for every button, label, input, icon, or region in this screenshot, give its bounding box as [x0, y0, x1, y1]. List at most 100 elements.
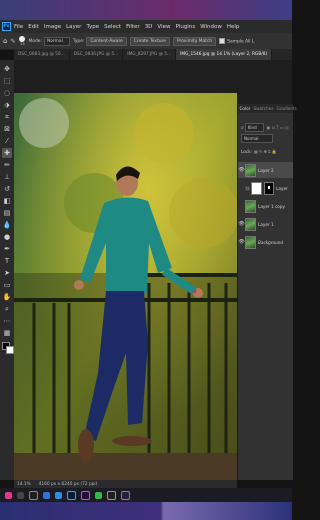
mask-dot	[268, 185, 271, 189]
history-brush-tool-icon[interactable]: ↺	[2, 184, 12, 194]
blend-mode-row: Normal	[241, 134, 276, 143]
menu-bar: Ps File Edit Image Layer Type Select Fil…	[0, 20, 292, 33]
create-texture-button[interactable]: Create Texture	[129, 36, 170, 46]
panel-tabs: Color Swatches Gradients	[238, 104, 297, 113]
proximity-match-button[interactable]: Proximity Match	[172, 36, 217, 46]
menu-select[interactable]: Select	[104, 24, 121, 30]
type-tool-icon[interactable]: T	[2, 256, 12, 266]
visibility-eye-icon[interactable]: 👁	[238, 221, 245, 227]
layer-thumbnail	[245, 163, 256, 177]
app-icon[interactable]	[121, 490, 130, 500]
tab-dsc-0836[interactable]: DSC_0836.JPG @ 5...	[70, 49, 124, 60]
zoom-tool-icon[interactable]: ⌕	[2, 304, 12, 314]
app-icon[interactable]	[43, 491, 50, 499]
sample-all-label: Sample All L	[227, 39, 255, 45]
crop-tool-icon[interactable]: ⌗	[2, 112, 12, 122]
tab-gradients[interactable]: Gradients	[275, 106, 298, 111]
app-icon[interactable]	[17, 491, 24, 499]
layer-name: Background	[258, 239, 284, 245]
tab-dsc-0683[interactable]: DSC_0683.jpg @ 50...	[14, 49, 70, 60]
tab-color[interactable]: Color	[238, 106, 252, 111]
hand-tool-icon[interactable]: ✋	[2, 292, 12, 302]
app-icon[interactable]	[29, 490, 38, 500]
visibility-eye-icon[interactable]: 👁	[238, 167, 245, 173]
layer-row-background[interactable]: 👁 Background	[238, 234, 293, 250]
tab-img-1546[interactable]: IMG_1546.jpg @ 14.1% (Layer 2, RGB/8)	[176, 49, 273, 60]
blend-mode-select[interactable]: Normal	[241, 134, 274, 143]
menu-edit[interactable]: Edit	[28, 24, 39, 30]
brush-tool-icon[interactable]: ✏	[2, 160, 12, 170]
layer-mask-thumbnail	[264, 181, 275, 195]
layer-name: Layer 1 copy	[258, 203, 286, 209]
menu-image[interactable]: Image	[44, 24, 61, 30]
layer-name: Layer 1	[258, 221, 274, 227]
menu-type[interactable]: Type	[86, 24, 99, 30]
sample-all-checkbox[interactable]: Sample All L	[219, 37, 255, 45]
dodge-tool-icon[interactable]: ●	[2, 232, 12, 242]
mode-select[interactable]: Normal	[43, 36, 70, 46]
background-color-swatch[interactable]	[6, 346, 14, 354]
filter-icons[interactable]: ▣ ⊘ T ▭ ◎	[267, 125, 289, 130]
lock-icons[interactable]: ▦ ✎ ✥ ⌗ 🔒	[254, 149, 277, 154]
tab-label: DSC_0836.JPG @ 5...	[73, 52, 119, 57]
layer-row-layer-1-copy[interactable]: Layer 1 copy	[238, 198, 293, 214]
eraser-tool-icon[interactable]: ◧	[2, 196, 12, 206]
marquee-tool-icon[interactable]: ⬚	[2, 76, 12, 86]
menu-plugins[interactable]: Plugins	[175, 24, 195, 30]
lock-row: Lock: ▦ ✎ ✥ ⌗ 🔒	[241, 149, 277, 154]
tab-label: IMG_1546.jpg @ 14.1% (Layer 2, RGB/8)	[180, 52, 268, 57]
content-aware-button[interactable]: Content-Aware	[86, 36, 127, 46]
edit-toolbar-icon[interactable]: ▦	[2, 328, 12, 338]
gradient-tool-icon[interactable]: ▤	[2, 208, 12, 218]
clone-stamp-tool-icon[interactable]: ⊥	[2, 172, 12, 182]
layer-row-layer-1[interactable]: 👁 Layer 1	[238, 216, 293, 232]
app-icon[interactable]	[81, 490, 90, 500]
menu-filter[interactable]: Filter	[126, 24, 140, 30]
menu-3d[interactable]: 3D	[145, 24, 153, 30]
layer-name: Layer	[276, 185, 288, 191]
menu-help[interactable]: Help	[227, 24, 240, 30]
app-icon[interactable]	[5, 491, 12, 499]
menu-view[interactable]: View	[157, 24, 170, 30]
layer-row-layer-2[interactable]: 👁 Layer 2	[238, 162, 293, 178]
checkbox-icon	[219, 37, 226, 44]
photoshop-taskbar-icon[interactable]	[67, 490, 76, 500]
lock-label: Lock:	[241, 149, 252, 154]
more-tools-icon[interactable]: ⋯	[2, 316, 12, 326]
os-taskbar	[0, 488, 292, 502]
lasso-tool-icon[interactable]: ◌	[2, 88, 12, 98]
layer-row-layer[interactable]: ⛓ Layer	[238, 180, 293, 196]
rectangle-tool-icon[interactable]: ▭	[2, 280, 12, 290]
chrome-icon[interactable]	[95, 491, 102, 499]
tab-swatches[interactable]: Swatches	[252, 106, 275, 111]
options-bar: ⌂ ✎ 25 Mode: Normal Type: Content-Aware …	[0, 33, 292, 50]
app-icon[interactable]	[107, 490, 116, 500]
tab-img-8297[interactable]: IMG_8297.JPG @ 5...	[123, 49, 177, 60]
menu-file[interactable]: File	[14, 24, 23, 30]
mode-label: Mode:	[28, 38, 42, 44]
path-selection-tool-icon[interactable]: ➤	[2, 268, 12, 278]
link-icon: ⛓	[245, 185, 251, 191]
object-selection-tool-icon[interactable]: ⬗	[2, 100, 12, 110]
pen-tool-icon[interactable]: ✒	[2, 244, 12, 254]
brush-size: 25	[20, 42, 25, 46]
menu-window[interactable]: Window	[200, 24, 222, 30]
frame-tool-icon[interactable]: ⊠	[2, 124, 12, 134]
move-tool-icon[interactable]: ✥	[2, 64, 12, 74]
kind-filter-select[interactable]: Kind	[244, 123, 264, 132]
layer-thumbnail	[245, 199, 256, 213]
home-icon[interactable]: ⌂	[3, 37, 7, 45]
brush-preset-picker[interactable]: 25	[19, 36, 26, 46]
document-canvas[interactable]	[14, 93, 237, 482]
layer-filter-row: ⌕ Kind ▣ ⊘ T ▭ ◎	[241, 123, 289, 132]
document-tabs: DSC_0683.jpg @ 50... DSC_0836.JPG @ 5...…	[14, 49, 292, 60]
brush-tool-icon[interactable]: ✎	[10, 38, 15, 45]
menu-layer[interactable]: Layer	[66, 24, 81, 30]
document-size: 4160 px x 6240 px (72 ppi)	[38, 481, 98, 487]
zoom-level[interactable]: 14.1%	[17, 482, 31, 487]
app-icon[interactable]	[55, 491, 62, 499]
healing-brush-tool-icon[interactable]: ✚	[2, 148, 12, 158]
blur-tool-icon[interactable]: 💧	[2, 220, 12, 230]
visibility-eye-icon[interactable]: 👁	[238, 239, 245, 245]
eyedropper-tool-icon[interactable]: ⁄	[2, 136, 12, 146]
